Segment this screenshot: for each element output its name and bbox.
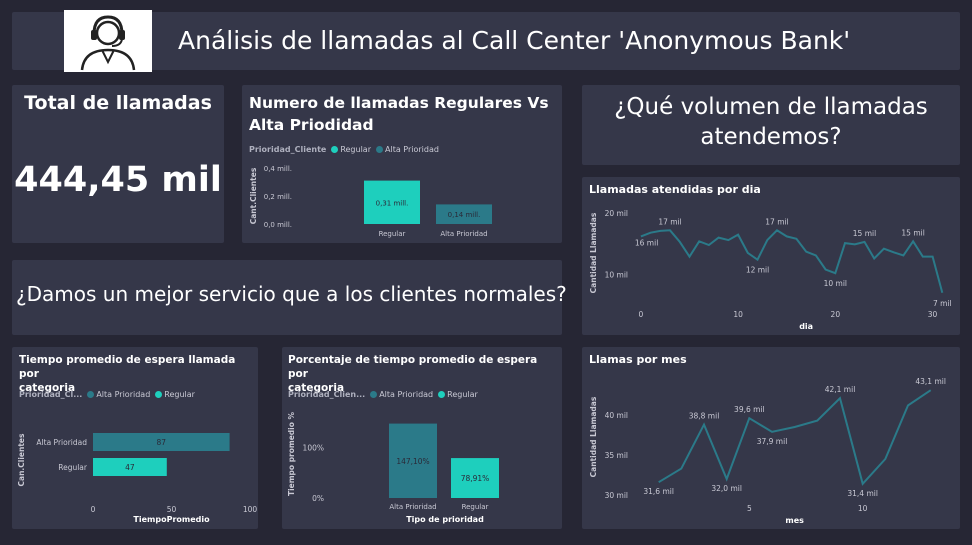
point-data-label: 43,1 mil: [915, 377, 946, 386]
point-data-label: 17 mil: [765, 217, 788, 226]
y-axis-label: Cantidad Llamadas: [589, 212, 598, 293]
legend-wait-time-pct: Prioridad_Clien... Alta Prioridad Regular: [288, 390, 478, 399]
x-tick-label: 20: [831, 310, 841, 319]
chart-title-calls-by-priority: Numero de llamadas Regulares Vs Alta Pri…: [249, 94, 549, 134]
x-axis-label: TiempoPromedio: [133, 515, 210, 524]
chart-calls-per-month: 40 mil 35 mil 30 mil 5 10 mes Cantidad Llamada…: [589, 377, 946, 525]
chart-calls-by-priority: 0,4 mill. 0,2 mill. 0,0 mill. Cant.Clientes…: [249, 165, 492, 238]
y-tick-label: 20 mil: [605, 209, 628, 218]
question-service: ¿Damos un mejor servicio que a los clien…: [16, 282, 567, 306]
legend-title: Prioridad_Cliente: [249, 145, 327, 154]
x-tick-label: 100: [243, 505, 258, 514]
page-title: Análisis de llamadas al Call Center 'Ano…: [178, 26, 851, 55]
x-axis-label: Tipo de prioridad: [406, 515, 484, 524]
point-data-label: 39,6 mil: [734, 405, 765, 414]
legend-item-alta: Alta Prioridad: [96, 390, 151, 399]
legend-title: Prioridad_Clien...: [288, 390, 366, 399]
x-tick-label: Regular: [379, 230, 406, 238]
x-tick-label: 0: [91, 505, 96, 514]
point-data-label: 31,6 mil: [643, 487, 674, 496]
bar-data-label: 147,10%: [396, 457, 429, 466]
y-axis-label: Cant.Clientes: [249, 167, 258, 224]
chart-wait-time: 87 Alta Prioridad 47 Regular 0 50 100 TiempoPro…: [17, 433, 258, 524]
x-tick-label: 10: [733, 310, 743, 319]
y-tick-label: 40 mil: [605, 411, 628, 420]
y-tick-label: 10 mil: [605, 270, 628, 279]
question-volume-line2: atendemos?: [700, 124, 842, 150]
x-tick-label: 50: [167, 505, 177, 514]
point-data-label: 17 mil: [658, 217, 681, 226]
bar-data-label: 0,31 mill.: [376, 199, 409, 207]
y-tick-label: 0%: [312, 494, 324, 503]
bar-data-label: 47: [125, 463, 135, 472]
point-data-label: 15 mil: [853, 229, 876, 238]
chart-title-wait-time: Tiempo promedio de espera llamada por ca…: [19, 353, 255, 395]
chart-title-wait-time-pct-line1: Porcentaje de tiempo promedio de espera …: [288, 354, 538, 380]
point-data-label: 12 mil: [746, 266, 769, 275]
legend-title: Prioridad_Cl...: [19, 390, 83, 399]
x-tick-label: Alta Prioridad: [440, 230, 487, 238]
point-data-label: 31,4 mil: [847, 489, 878, 498]
point-data-label: 42,1 mil: [825, 385, 856, 394]
y-tick-label: Regular: [58, 463, 88, 472]
bar-data-label: 78,91%: [461, 474, 490, 483]
series-line: [640, 229, 944, 294]
point-data-label: 7 mil: [933, 299, 952, 308]
legend-calls-by-priority: Prioridad_Cliente Regular Alta Prioridad: [249, 145, 439, 154]
x-tick-label: 30: [928, 310, 938, 319]
y-axis-label: Can.Clientes: [17, 433, 26, 486]
bar-data-label: 87: [157, 438, 167, 447]
y-tick-label: 35 mil: [605, 451, 628, 460]
point-data-label: 38,8 mil: [689, 412, 720, 421]
point-data-label: 37,9 mil: [757, 437, 788, 446]
y-tick-label: 0,0 mill.: [264, 221, 292, 229]
chart-calls-per-day: 20 mil 10 mil 0 10 20 30 dia Cantidad Llamadas 1…: [589, 209, 952, 331]
call-center-agent-icon: [64, 10, 152, 72]
legend-item-regular: Regular: [340, 145, 371, 154]
x-tick-label: Regular: [462, 503, 489, 511]
y-axis-label: Tiempo promedio %: [287, 411, 296, 496]
legend-item-regular: Regular: [164, 390, 195, 399]
point-data-label: 16 mil: [635, 239, 658, 248]
x-axis-label: dia: [799, 322, 813, 331]
chart-wait-time-pct: 100% 0% Tiempo promedio % 147,10% Alta Prior…: [287, 411, 499, 524]
x-tick-label: Alta Prioridad: [389, 503, 436, 511]
legend-item-regular: Regular: [447, 390, 478, 399]
bar-data-label: 0,14 mill.: [448, 211, 481, 219]
x-tick-label: 0: [638, 310, 643, 319]
legend-item-alta: Alta Prioridad: [379, 390, 434, 399]
point-data-label: 10 mil: [824, 279, 847, 288]
question-volume: ¿Qué volumen de llamadas atendemos?: [582, 92, 960, 152]
y-axis-label: Cantidad Llamadas: [589, 396, 598, 477]
chart-title-wait-time-line1: Tiempo promedio de espera llamada por: [19, 354, 236, 380]
y-tick-label: Alta Prioridad: [36, 438, 87, 447]
kpi-value: 444,45 mil: [14, 160, 222, 200]
y-tick-label: 100%: [303, 443, 324, 452]
y-tick-label: 30 mil: [605, 491, 628, 500]
point-data-label: 15 mil: [901, 228, 924, 237]
legend-item-alta: Alta Prioridad: [385, 145, 439, 154]
series-line: [658, 389, 932, 486]
x-tick-label: 5: [747, 504, 752, 513]
x-axis-label: mes: [785, 516, 804, 525]
y-tick-label: 0,2 mill.: [264, 193, 292, 201]
point-data-label: 32,0 mil: [711, 484, 742, 493]
kpi-label: Total de llamadas: [24, 92, 212, 114]
chart-title-wait-time-pct: Porcentaje de tiempo promedio de espera …: [288, 353, 558, 395]
legend-wait-time: Prioridad_Cl... Alta Prioridad Regular: [19, 390, 195, 399]
question-volume-line1: ¿Qué volumen de llamadas: [614, 94, 928, 120]
y-tick-label: 0,4 mill.: [264, 165, 292, 173]
x-tick-label: 10: [858, 504, 868, 513]
